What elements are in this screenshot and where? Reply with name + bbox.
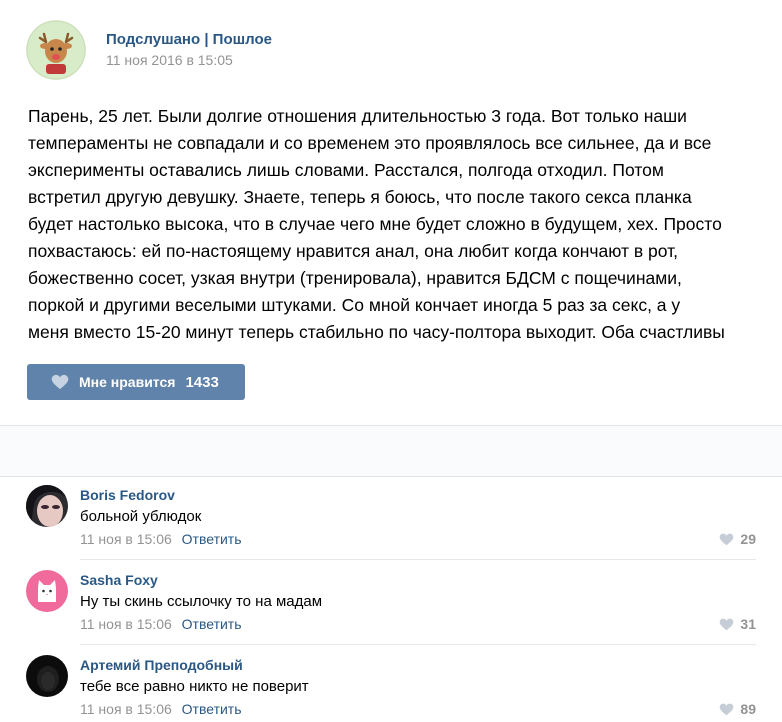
comments-separator — [0, 425, 782, 477]
user-photo-icon — [26, 485, 68, 527]
comment-like-count: 29 — [740, 531, 756, 547]
heart-icon — [720, 703, 734, 715]
avatar[interactable] — [26, 485, 68, 527]
post-text-line: поркой и другими веселыми штуками. Со мн… — [28, 295, 681, 315]
post-text-line: эксперименты оставались лишь словами. Ра… — [28, 160, 664, 180]
avatar[interactable] — [26, 570, 68, 612]
comment-like-button[interactable]: 29 — [719, 531, 756, 547]
comment-author-link[interactable]: Артемий Преподобный — [80, 657, 243, 673]
comment-meta: 11 ноя в 15:06 Ответить — [80, 531, 242, 547]
like-button[interactable]: Мне нравится 1433 — [27, 364, 245, 400]
post-text-line: Парень, 25 лет. Были долгие отношения дл… — [28, 106, 687, 126]
reply-link[interactable]: Ответить — [182, 531, 242, 547]
post-date[interactable]: 11 ноя 2016 в 15:05 — [106, 52, 233, 68]
comment-author-link[interactable]: Boris Fedorov — [80, 487, 175, 503]
comment-text: Ну ты скинь ссылочку то на мадам — [80, 593, 323, 610]
heart-icon — [720, 618, 734, 630]
post-text-line: встретил другую девушку. Знаете, теперь … — [28, 187, 692, 207]
post-text-line: темпераменты не совпадали и со временем … — [28, 133, 712, 153]
post-header: Подслушано | Пошлое 11 ноя 2016 в 15:05 — [26, 20, 726, 80]
comment-like-count: 31 — [740, 616, 756, 632]
comment-like-button[interactable]: 31 — [719, 616, 756, 632]
cat-avatar-icon — [26, 570, 68, 612]
comment-like-button[interactable]: 89 — [719, 701, 756, 717]
group-name-link[interactable]: Подслушано | Пошлое — [106, 31, 272, 48]
comment-item: Sasha Foxy Ну ты скинь ссылочку то на ма… — [0, 560, 782, 645]
comment-like-count: 89 — [740, 701, 756, 717]
reply-link[interactable]: Ответить — [182, 701, 242, 717]
group-avatar[interactable] — [26, 20, 86, 80]
comment-date[interactable]: 11 ноя в 15:06 — [80, 616, 172, 632]
avatar[interactable] — [26, 655, 68, 697]
post-text: Парень, 25 лет. Были долгие отношения дл… — [28, 103, 763, 346]
deer-logo-icon — [26, 20, 86, 80]
post-text-line: меня вместо 15-20 минут теперь стабильно… — [28, 322, 725, 342]
comment-author-link[interactable]: Sasha Foxy — [80, 572, 158, 588]
user-photo-icon — [26, 655, 68, 697]
post-text-line: божественно сосет, узкая внутри (трениро… — [28, 268, 682, 288]
comment-meta: 11 ноя в 15:06 Ответить — [80, 616, 242, 632]
heart-icon — [720, 533, 734, 545]
like-label: Мне нравится — [79, 374, 176, 390]
like-count: 1433 — [185, 373, 219, 391]
comment-meta: 11 ноя в 15:06 Ответить — [80, 701, 242, 717]
comment-text: тебе все равно никто не поверит — [80, 678, 309, 695]
reply-link[interactable]: Ответить — [182, 616, 242, 632]
comment-item: Артемий Преподобный тебе все равно никто… — [0, 645, 782, 722]
comment-item: Boris Fedorov больной ублюдок 11 ноя в 1… — [0, 475, 782, 560]
post-text-line: похвастаюсь: ей по-настоящему нравится а… — [28, 241, 679, 261]
comment-text: больной ублюдок — [80, 508, 202, 525]
post-text-line: будет настолько высока, что в случае чег… — [28, 214, 722, 234]
comment-date[interactable]: 11 ноя в 15:06 — [80, 531, 172, 547]
heart-icon — [51, 374, 69, 390]
comment-date[interactable]: 11 ноя в 15:06 — [80, 701, 172, 717]
